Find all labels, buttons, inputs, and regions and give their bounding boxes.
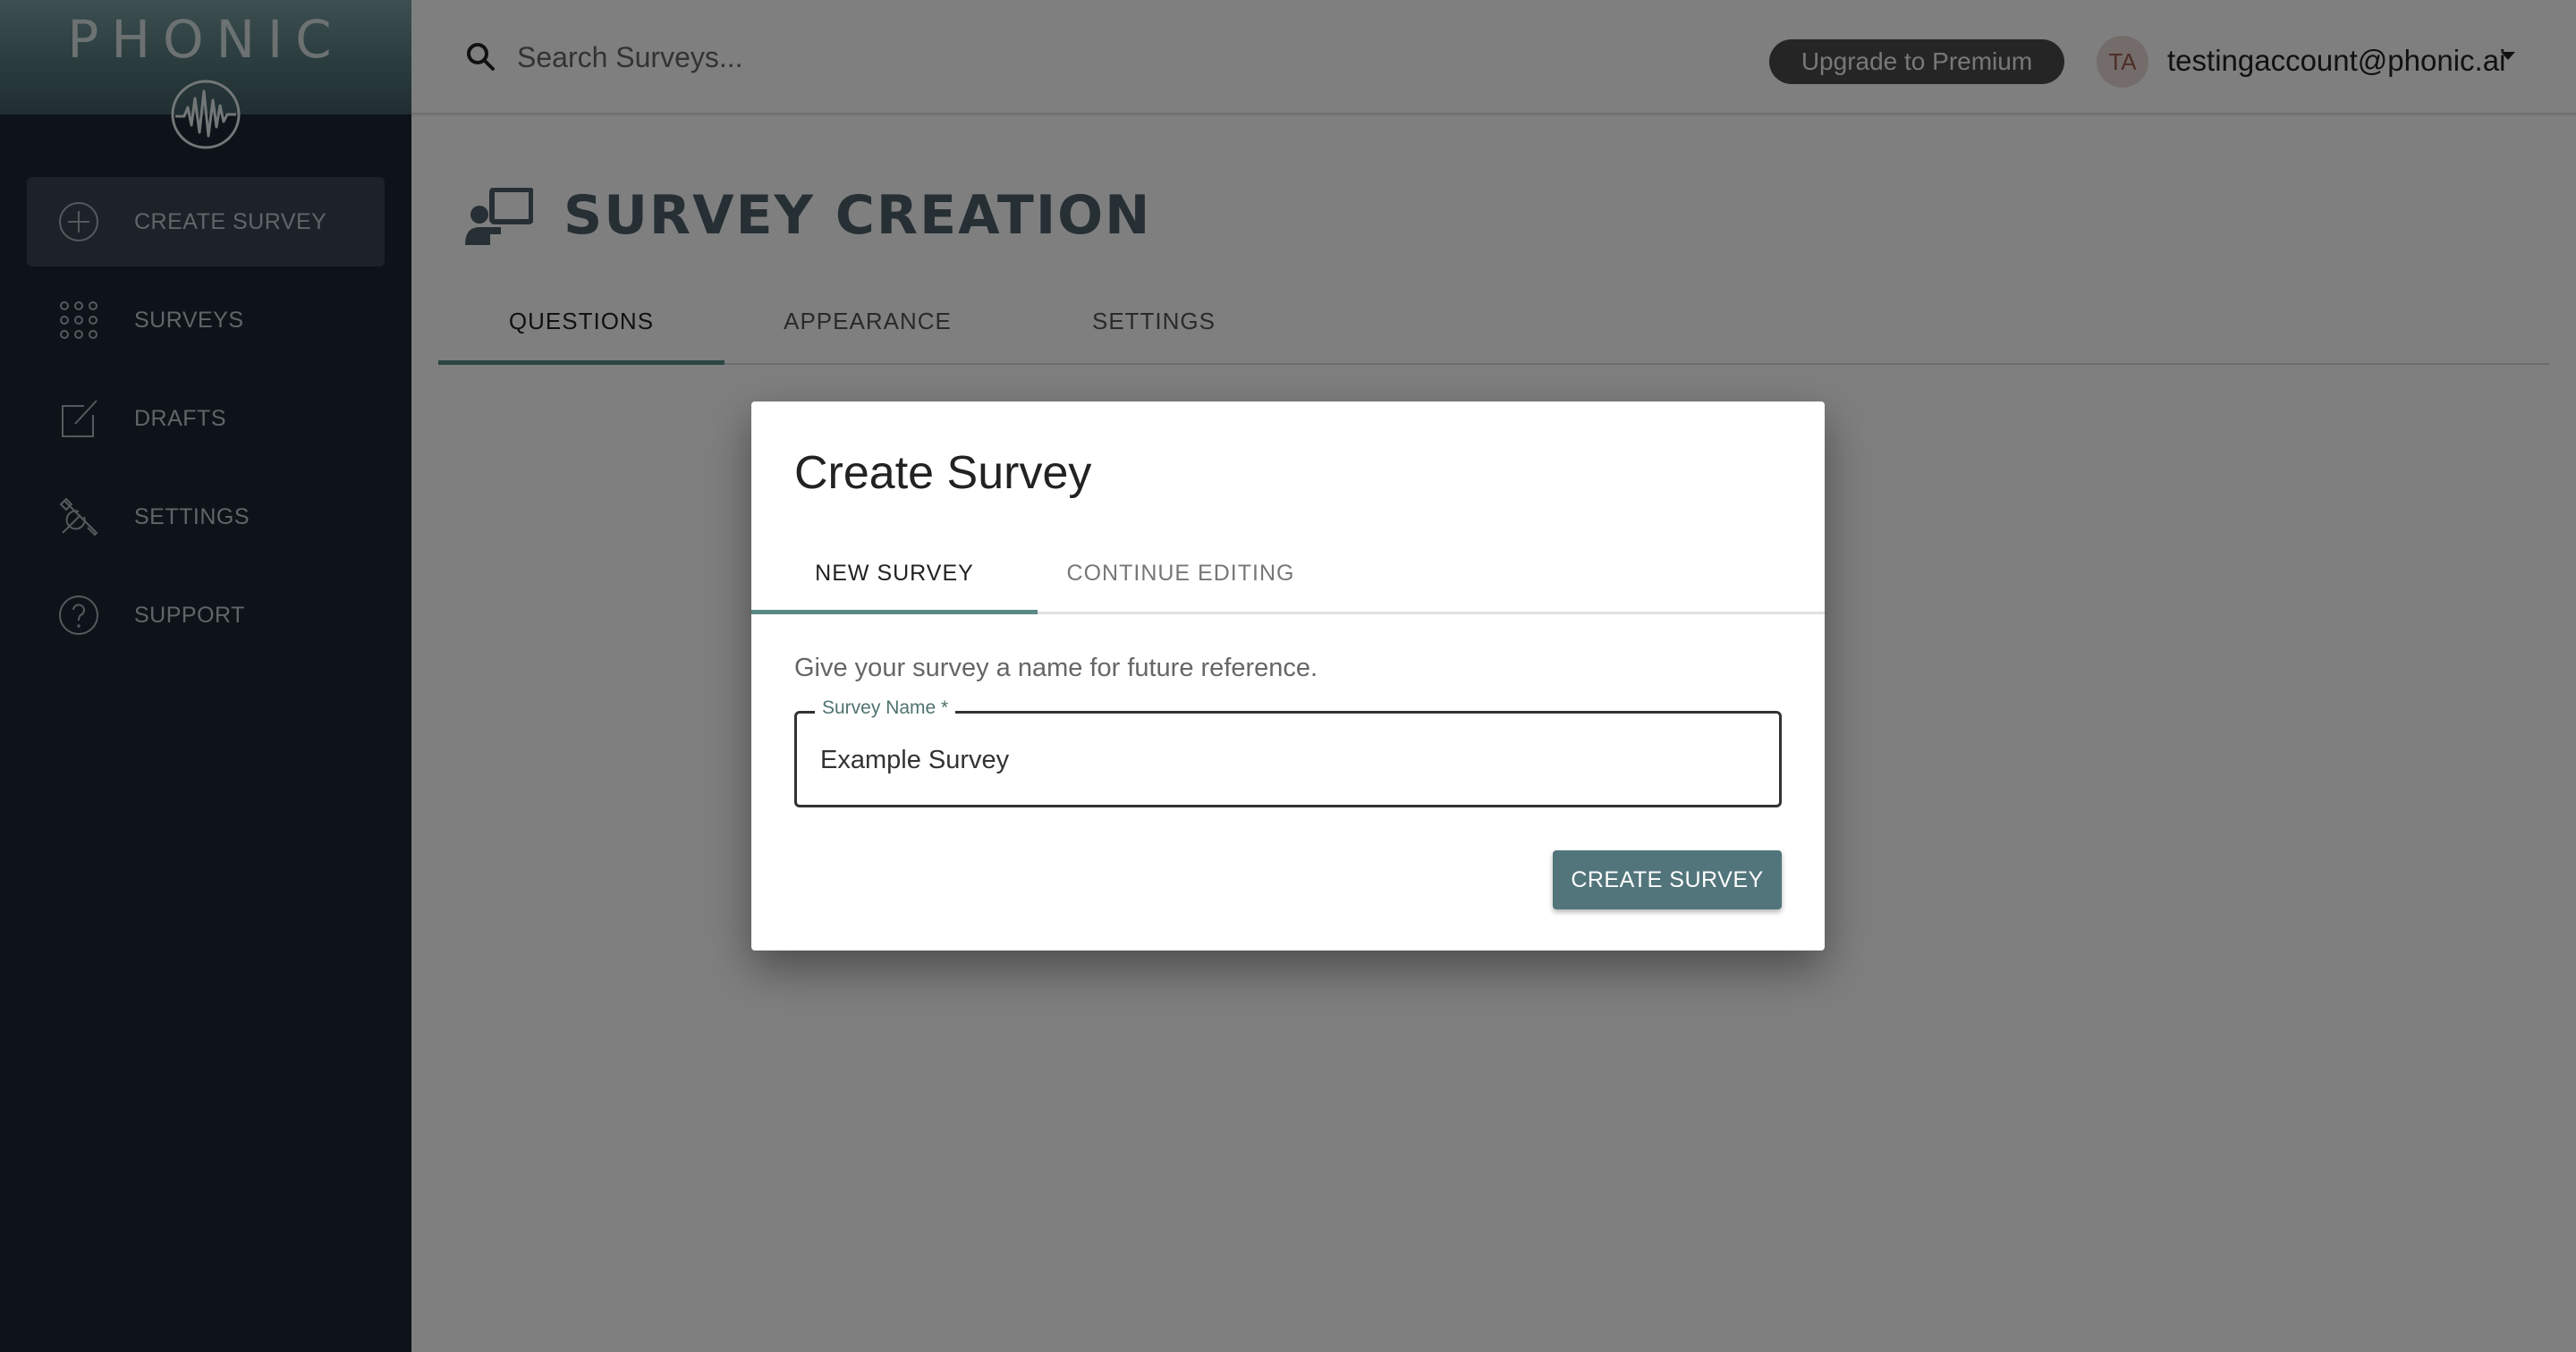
dialog-title: Create Survey <box>794 447 1092 499</box>
create-survey-dialog: Create Survey NEW SURVEY CONTINUE EDITIN… <box>751 401 1825 951</box>
survey-name-input[interactable] <box>820 735 1750 785</box>
tab-new-survey[interactable]: NEW SURVEY <box>751 534 1038 614</box>
helper-text: Give your survey a name for future refer… <box>794 654 1318 682</box>
survey-name-field: Survey Name * <box>794 697 1782 807</box>
tab-continue-editing[interactable]: CONTINUE EDITING <box>1038 534 1324 614</box>
create-survey-button[interactable]: CREATE SURVEY <box>1553 850 1782 909</box>
survey-name-label: Survey Name * <box>815 697 956 719</box>
dialog-tabs: NEW SURVEY CONTINUE EDITING <box>751 534 1825 614</box>
